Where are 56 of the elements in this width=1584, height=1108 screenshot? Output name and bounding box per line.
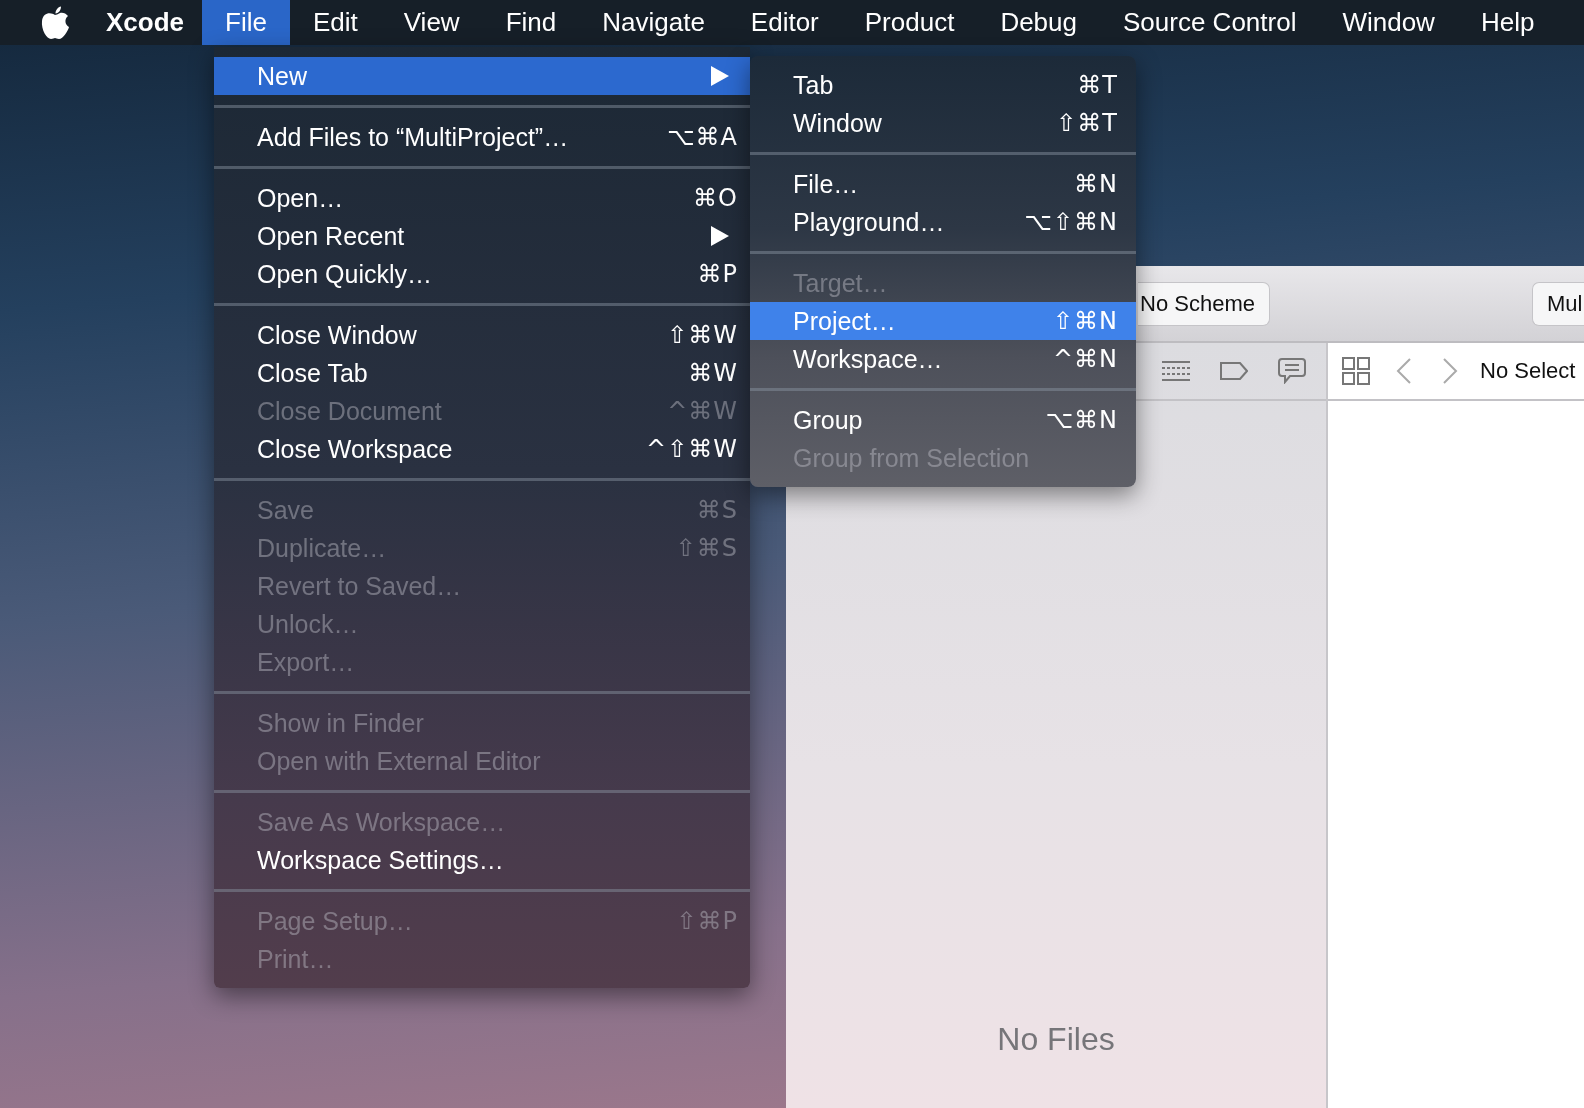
scheme-button[interactable]: No Scheme — [1138, 281, 1270, 326]
menu-bar-item[interactable]: View — [380, 0, 483, 45]
menu-item[interactable]: New — [214, 57, 750, 95]
empty-message: No Files — [997, 1021, 1115, 1058]
menu-bar-item[interactable]: Debug — [977, 0, 1100, 45]
keyboard-shortcut: ⇧⌘S — [675, 534, 738, 562]
keyboard-shortcut: ^⌘W — [667, 397, 738, 425]
list-icon[interactable] — [1162, 360, 1190, 382]
keyboard-shortcut: ⌥⇧⌘N — [1024, 208, 1118, 236]
keyboard-shortcut: ⇧⌘N — [1052, 307, 1118, 335]
keyboard-shortcut: ⇧⌘P — [676, 907, 738, 935]
destination-button[interactable]: Mul — [1531, 281, 1584, 326]
menu-item[interactable]: Open Quickly… ⌘P — [214, 255, 750, 293]
menu-item[interactable]: Close Window ⇧⌘W — [214, 316, 750, 354]
keyboard-shortcut: ^⇧⌘W — [646, 435, 738, 463]
menu-item[interactable]: Window ⇧⌘T — [750, 104, 1136, 142]
jump-bar-text: No Select — [1480, 358, 1576, 384]
menu-bar-item[interactable]: Edit — [289, 0, 381, 45]
back-icon[interactable] — [1396, 358, 1412, 384]
menu-bar-item[interactable]: Find — [482, 0, 580, 45]
keyboard-shortcut: ⌘O — [693, 184, 738, 212]
app-menu[interactable]: Xcode — [92, 0, 203, 45]
keyboard-shortcut: ^⌘N — [1052, 345, 1118, 373]
keyboard-shortcut: ⌘S — [696, 496, 738, 524]
menu-bar-item[interactable]: Help — [1457, 0, 1558, 45]
menu-bar-item[interactable]: Window — [1319, 0, 1458, 45]
menu-item[interactable]: Workspace Settings… — [214, 841, 750, 879]
keyboard-shortcut: ⌥⌘N — [1045, 406, 1118, 434]
menu-item[interactable]: Close Tab ⌘W — [214, 354, 750, 392]
menu-bar-item[interactable]: Navigate — [579, 0, 728, 45]
menu-item[interactable]: Tab ⌘T — [750, 66, 1136, 104]
forward-icon[interactable] — [1442, 358, 1458, 384]
keyboard-shortcut: ⌘T — [1077, 71, 1118, 99]
tag-icon[interactable] — [1220, 362, 1248, 380]
keyboard-shortcut: ⌥⌘A — [666, 123, 738, 151]
menu-item[interactable]: Add Files to “MultiProject”… ⌥⌘A — [214, 118, 750, 156]
menu-bar-item[interactable]: File — [202, 0, 290, 45]
menu-item[interactable]: Open Recent — [214, 217, 750, 255]
menu-item[interactable]: Group ⌥⌘N — [750, 401, 1136, 439]
menu-bar-item[interactable]: Editor — [727, 0, 842, 45]
menu-item[interactable]: Project… ⇧⌘N — [750, 302, 1136, 340]
grid-icon[interactable] — [1342, 357, 1370, 385]
apple-icon[interactable] — [40, 5, 70, 40]
menu-item[interactable]: File… ⌘N — [750, 165, 1136, 203]
comment-icon[interactable] — [1278, 358, 1306, 384]
menu-item[interactable]: Workspace… ^⌘N — [750, 340, 1136, 378]
keyboard-shortcut: ⌘P — [697, 260, 738, 288]
keyboard-shortcut: ⌘N — [1074, 170, 1118, 198]
menu-item[interactable]: Playground… ⌥⇧⌘N — [750, 203, 1136, 241]
menu-item[interactable]: Close Workspace ^⇧⌘W — [214, 430, 750, 468]
keyboard-shortcut: ⇧⌘T — [1056, 109, 1118, 137]
menu-bar-item[interactable]: Source Control — [1100, 0, 1320, 45]
keyboard-shortcut: ⇧⌘W — [667, 321, 738, 349]
keyboard-shortcut: ⌘W — [688, 359, 738, 387]
menu-item[interactable]: Open… ⌘O — [214, 179, 750, 217]
menu-bar-item[interactable]: Product — [841, 0, 978, 45]
